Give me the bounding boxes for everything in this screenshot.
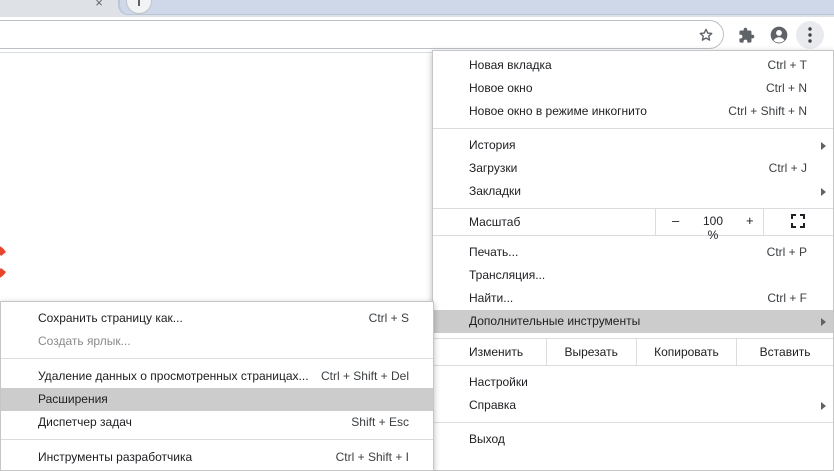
tab-strip: × <box>0 0 834 17</box>
menu-item-more-tools[interactable]: Дополнительные инструменты <box>433 310 833 333</box>
address-bar[interactable] <box>0 20 724 49</box>
menu-item-incognito[interactable]: Новое окно в режиме инкогнито Ctrl + Shi… <box>433 100 833 123</box>
zoom-out-button[interactable]: – <box>672 213 679 228</box>
menu-item-print[interactable]: Печать... Ctrl + P <box>433 241 833 264</box>
menu-separator <box>433 422 833 423</box>
browser-toolbar <box>0 17 834 53</box>
cut-button[interactable]: Вырезать <box>545 339 636 365</box>
menu-item-bookmarks[interactable]: Закладки <box>433 180 833 203</box>
submenu-arrow-icon <box>821 142 826 150</box>
menu-separator <box>1 358 433 359</box>
extensions-puzzle-icon[interactable] <box>734 23 758 47</box>
fullscreen-button[interactable] <box>763 208 834 235</box>
menu-item-new-tab[interactable]: Новая вкладка Ctrl + T <box>433 54 833 77</box>
zoom-value: 100 % <box>702 214 724 242</box>
submenu-arrow-icon <box>821 188 826 196</box>
menu-separator <box>1 439 433 440</box>
menu-item-edit: Изменить Вырезать Копировать Вставить <box>433 339 833 365</box>
page-logo-fragment <box>0 246 6 278</box>
menu-separator <box>433 235 833 236</box>
menu-item-new-window[interactable]: Новое окно Ctrl + N <box>433 77 833 100</box>
copy-button[interactable]: Копировать <box>635 339 737 365</box>
menu-item-help[interactable]: Справка <box>433 394 833 417</box>
submenu-item-clear-data[interactable]: Удаление данных о просмотренных страница… <box>1 365 433 388</box>
menu-separator <box>433 365 833 366</box>
submenu-arrow-icon <box>821 318 826 326</box>
more-tools-submenu: Сохранить страницу как... Ctrl + S Созда… <box>0 301 434 471</box>
menu-item-history[interactable]: История <box>433 134 833 157</box>
menu-separator <box>433 128 833 129</box>
star-icon[interactable] <box>694 23 718 47</box>
submenu-item-save-page[interactable]: Сохранить страницу как... Ctrl + S <box>1 307 433 330</box>
menu-item-exit[interactable]: Выход <box>433 428 833 451</box>
menu-item-cast[interactable]: Трансляция... <box>433 264 833 287</box>
submenu-item-dev-tools[interactable]: Инструменты разработчика Ctrl + Shift + … <box>1 446 433 469</box>
menu-dots-icon[interactable] <box>796 21 824 49</box>
tab-close-icon[interactable]: × <box>92 0 106 10</box>
zoom-controls: – 100 % + <box>655 208 834 242</box>
submenu-item-create-shortcut[interactable]: Создать ярлык... <box>1 330 433 353</box>
menu-item-settings[interactable]: Настройки <box>433 371 833 394</box>
menu-item-zoom: Масштаб – 100 % + <box>433 208 834 242</box>
paste-button[interactable]: Вставить <box>736 339 833 365</box>
tab-bar-area <box>118 0 834 15</box>
submenu-arrow-icon <box>821 402 826 410</box>
menu-item-downloads[interactable]: Загрузки Ctrl + J <box>433 157 833 180</box>
menu-item-find[interactable]: Найти... Ctrl + F <box>433 287 833 310</box>
submenu-item-task-manager[interactable]: Диспетчер задач Shift + Esc <box>1 411 433 434</box>
new-tab-icon <box>138 0 140 6</box>
profile-icon[interactable] <box>767 23 791 47</box>
submenu-item-extensions[interactable]: Расширения <box>1 388 433 411</box>
chrome-main-menu: Новая вкладка Ctrl + T Новое окно Ctrl +… <box>432 50 834 471</box>
fullscreen-icon <box>791 214 805 228</box>
zoom-in-button[interactable]: + <box>746 213 754 228</box>
